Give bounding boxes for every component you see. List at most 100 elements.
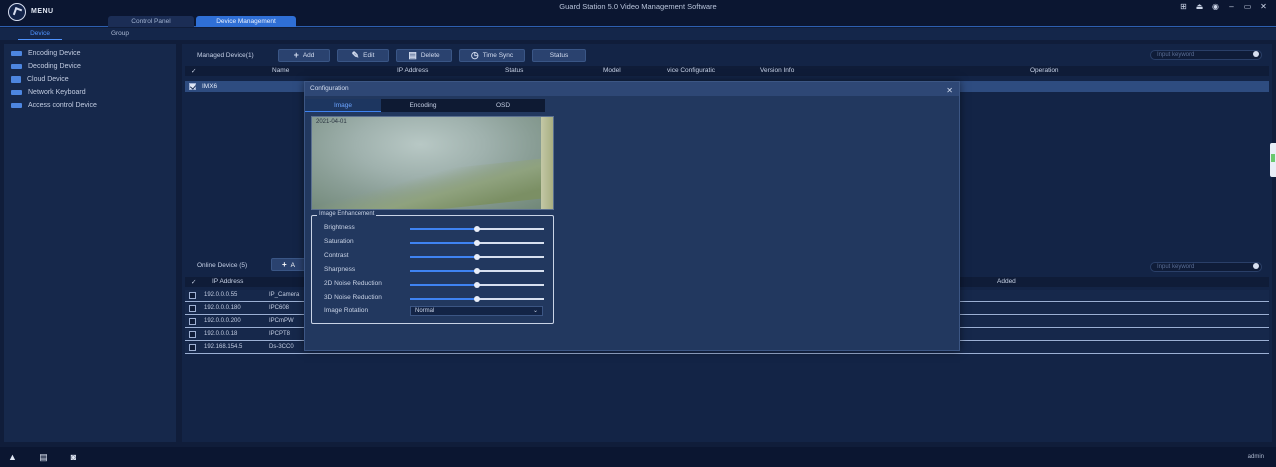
app-logo-icon[interactable] — [8, 3, 26, 21]
monitor-icon[interactable]: ◙ — [68, 452, 79, 462]
slider-track[interactable] — [410, 254, 544, 260]
tab-image[interactable]: Image — [305, 99, 381, 112]
encoder-device-icon — [11, 50, 22, 56]
sidebar-item-cloud-device[interactable]: Cloud Device — [11, 73, 69, 85]
slider-row: Saturation — [324, 238, 549, 248]
row-checkbox[interactable] — [189, 344, 196, 351]
slider-handle[interactable] — [474, 296, 480, 302]
slider-label: Brightness — [324, 224, 355, 231]
configuration-dialog: Configuration ✕ Image Encoding OSD 2021-… — [304, 81, 960, 351]
device-name: IPCmPW — [269, 318, 294, 324]
device-ip: 192.168.154.5 — [204, 344, 243, 350]
slider-handle[interactable] — [474, 282, 480, 288]
slider-track[interactable] — [410, 240, 544, 246]
slider-handle[interactable] — [474, 226, 480, 232]
add-button[interactable]: + Add — [278, 49, 330, 62]
delete-button[interactable]: ▤ Delete — [396, 49, 452, 62]
minimize-icon[interactable]: – — [1227, 2, 1236, 11]
plus-icon: + — [293, 50, 299, 60]
column-ip[interactable]: IP Address — [397, 67, 428, 74]
warning-icon[interactable]: ▲ — [7, 452, 18, 462]
user-icon[interactable]: ◉ — [1211, 2, 1220, 11]
menu-button[interactable]: MENU — [31, 8, 54, 15]
slider-row: Sharpness — [324, 266, 549, 276]
select-all-checkbox[interactable]: ✓ — [191, 67, 196, 75]
cloud-device-icon — [11, 75, 21, 83]
slider-track[interactable] — [410, 268, 544, 274]
log-icon[interactable]: ▤ — [38, 452, 49, 462]
column-status[interactable]: Status — [505, 67, 523, 74]
sidebar-item-access-control-device[interactable]: Access control Device — [11, 99, 97, 111]
slider-track[interactable] — [410, 296, 544, 302]
slider-fill — [410, 228, 477, 230]
select-all-checkbox[interactable]: ✓ — [191, 278, 196, 286]
close-icon[interactable]: ✕ — [1259, 2, 1268, 11]
column-config[interactable]: vice Configuratic — [667, 67, 715, 74]
device-name: IMX6 — [202, 83, 218, 90]
lock-icon[interactable]: ⏏ — [1195, 2, 1204, 11]
slider-row: Brightness — [324, 224, 549, 234]
keyboard-device-icon — [11, 89, 22, 95]
slider-track[interactable] — [410, 226, 544, 232]
maximize-icon[interactable]: ▭ — [1243, 2, 1252, 11]
status-button[interactable]: Status — [532, 49, 586, 62]
title-bar: Guard Station 5.0 Video Management Softw… — [0, 0, 1276, 16]
row-checkbox[interactable] — [189, 318, 196, 325]
column-version[interactable]: Version Info — [760, 67, 794, 74]
layout-icon[interactable]: ⊞ — [1179, 2, 1188, 11]
close-icon[interactable]: ✕ — [946, 84, 953, 98]
slider-track[interactable] — [410, 282, 544, 288]
image-rotation-select[interactable]: Normal ⌄ — [410, 306, 543, 316]
video-preview: 2021-04-01 — [311, 116, 554, 210]
slider-row: 2D Noise Reduction — [324, 280, 549, 290]
access-control-device-icon — [11, 102, 22, 108]
tab-device-management[interactable]: Device Management — [196, 16, 296, 27]
slider-fill — [410, 284, 477, 286]
device-ip: 192.0.0.0.180 — [204, 305, 241, 311]
slider-fill — [410, 298, 477, 300]
row-checkbox[interactable] — [189, 83, 196, 90]
chevron-down-icon: ⌄ — [532, 308, 538, 314]
search-icon[interactable] — [1253, 263, 1259, 269]
managed-device-count: Managed Device(1) — [197, 52, 254, 59]
pencil-icon: ✎ — [351, 50, 360, 60]
column-operation[interactable]: Operation — [1030, 67, 1059, 74]
slider-handle[interactable] — [474, 268, 480, 274]
main-tabs: Control Panel Device Management — [0, 16, 1276, 27]
time-sync-button[interactable]: ◷ Time Sync — [459, 49, 525, 62]
sub-tabs: Device Group — [0, 28, 1276, 40]
column-name[interactable]: Name — [272, 67, 289, 74]
sidebar-item-network-keyboard[interactable]: Network Keyboard — [11, 86, 86, 98]
online-device-count: Online Device (5) — [197, 262, 248, 269]
device-ip: 192.0.0.0.55 — [204, 292, 238, 298]
row-checkbox[interactable] — [189, 292, 196, 299]
slider-handle[interactable] — [474, 240, 480, 246]
tab-device[interactable]: Device — [18, 28, 62, 40]
column-model[interactable]: Model — [603, 67, 621, 74]
dialog-tabs: Image Encoding OSD — [305, 99, 545, 112]
clock-icon: ◷ — [470, 50, 479, 60]
device-type-sidebar: Encoding Device Decoding Device Cloud De… — [4, 44, 176, 442]
tab-control-panel[interactable]: Control Panel — [108, 16, 194, 27]
window-controls: ⊞ ⏏ ◉ – ▭ ✕ — [1179, 2, 1268, 11]
slider-row: Contrast — [324, 252, 549, 262]
device-name: IPCPT8 — [269, 331, 291, 337]
sidebar-item-label: Encoding Device — [28, 49, 81, 57]
sidebar-item-encoding-device[interactable]: Encoding Device — [11, 47, 81, 59]
tab-encoding[interactable]: Encoding — [385, 99, 461, 112]
tab-osd[interactable]: OSD — [465, 99, 541, 112]
row-checkbox[interactable] — [189, 331, 196, 338]
column-added[interactable]: Added — [997, 278, 1016, 285]
device-name: IP_Camera — [269, 292, 300, 298]
slider-fill — [410, 242, 477, 244]
edit-button[interactable]: ✎ Edit — [337, 49, 389, 62]
column-ip[interactable]: IP Address — [212, 278, 243, 285]
slider-handle[interactable] — [474, 254, 480, 260]
device-ip: 192.0.0.0.200 — [204, 318, 241, 324]
tab-group[interactable]: Group — [98, 28, 142, 40]
side-panel-toggle[interactable] — [1270, 143, 1276, 177]
sidebar-item-decoding-device[interactable]: Decoding Device — [11, 60, 81, 72]
sidebar-item-label: Decoding Device — [28, 62, 81, 70]
search-icon[interactable] — [1253, 51, 1259, 57]
row-checkbox[interactable] — [189, 305, 196, 312]
